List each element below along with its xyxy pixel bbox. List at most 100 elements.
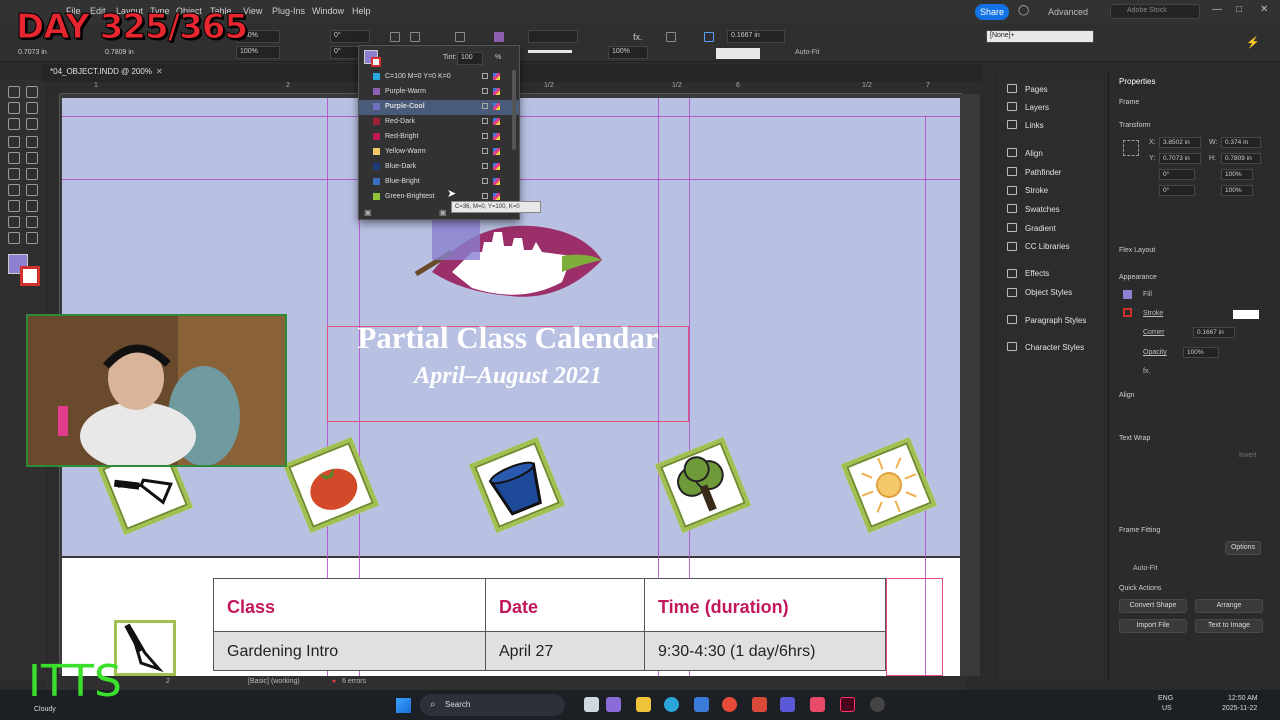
h-field[interactable]: 0.7809 in bbox=[1221, 153, 1261, 164]
rotation-field[interactable]: 0° bbox=[1159, 169, 1195, 180]
autofit-checkbox-label[interactable]: Auto-Fit bbox=[795, 49, 820, 56]
text-to-image-button[interactable]: Text to Image bbox=[1195, 619, 1263, 633]
fill-swatch[interactable] bbox=[1123, 290, 1132, 299]
windows-start-icon[interactable] bbox=[396, 698, 411, 713]
frame-fitting-options-button[interactable]: Options bbox=[1225, 541, 1261, 555]
chrome-icon[interactable] bbox=[722, 697, 737, 712]
menu-help[interactable]: Help bbox=[352, 6, 371, 16]
panel-links[interactable]: Links bbox=[1025, 121, 1044, 130]
flip-icon[interactable] bbox=[455, 32, 465, 42]
type-tool-icon[interactable] bbox=[8, 136, 20, 148]
swatch-row-selected[interactable]: Purple-Cool bbox=[359, 100, 519, 115]
table-cell[interactable]: Gardening Intro bbox=[213, 631, 486, 671]
task-view-icon[interactable] bbox=[584, 697, 599, 712]
preflight-profile[interactable]: [Basic] (working) bbox=[248, 678, 300, 685]
hand-tool-icon[interactable] bbox=[8, 232, 20, 244]
line-tool-icon[interactable] bbox=[26, 136, 38, 148]
x-field[interactable]: 0.7073 in bbox=[18, 49, 47, 56]
trowel-small-tile-icon[interactable] bbox=[114, 620, 176, 676]
swatch-row[interactable]: Yellow-Warm bbox=[359, 145, 519, 160]
share-button[interactable]: Share bbox=[975, 4, 1009, 20]
panel-pathfinder[interactable]: Pathfinder bbox=[1025, 168, 1061, 177]
pen-tool-icon[interactable] bbox=[8, 152, 20, 164]
corner-field[interactable]: 0.1667 in bbox=[1193, 327, 1235, 338]
preflight-errors[interactable]: 6 errors bbox=[342, 678, 366, 685]
swatch-row[interactable]: C=100 M=0 Y=0 K=0 bbox=[359, 70, 519, 85]
reference-point-icon[interactable] bbox=[1123, 140, 1139, 156]
rectangle-frame-tool-icon[interactable] bbox=[8, 168, 20, 180]
fill-swatch-icon[interactable] bbox=[494, 32, 504, 42]
document-tab[interactable]: *04_OBJECT.INDD @ 200% bbox=[50, 67, 152, 76]
skyline-leaf-logo[interactable] bbox=[412, 212, 606, 300]
scissors-tool-icon[interactable] bbox=[8, 184, 20, 196]
content-collector-icon[interactable] bbox=[8, 118, 20, 130]
app-icon[interactable] bbox=[752, 697, 767, 712]
text-wrap-icon[interactable] bbox=[666, 32, 676, 42]
fx-label[interactable]: fx. bbox=[1143, 368, 1150, 375]
rotate-field[interactable]: 0° bbox=[330, 30, 370, 43]
taskbar-search[interactable]: ⌕ Search bbox=[420, 694, 565, 716]
adobe-stock-search[interactable]: Adobe Stock bbox=[1110, 4, 1200, 19]
page-number-field[interactable]: 2 bbox=[166, 678, 170, 685]
convert-shape-button[interactable]: Convert Shape bbox=[1119, 599, 1187, 613]
music-icon[interactable] bbox=[810, 697, 825, 712]
corner-label[interactable]: Corner bbox=[1143, 329, 1164, 336]
gradient-tool-icon[interactable] bbox=[8, 200, 20, 212]
popup-scrollbar[interactable] bbox=[512, 70, 516, 150]
edge-icon[interactable] bbox=[664, 697, 679, 712]
close-icon[interactable]: ✕ bbox=[1260, 4, 1268, 15]
selection-tool-icon[interactable] bbox=[8, 86, 20, 98]
opacity-field[interactable]: 100% bbox=[608, 46, 648, 59]
indesign-icon[interactable] bbox=[840, 697, 855, 712]
corner-options-icon[interactable] bbox=[704, 32, 714, 42]
menu-window[interactable]: Window bbox=[312, 6, 344, 16]
control-stroke-weight-field[interactable]: 0.1667 in bbox=[727, 30, 785, 43]
table-header-class[interactable]: Class bbox=[213, 578, 486, 632]
panel-pages[interactable]: Pages bbox=[1025, 85, 1048, 94]
swatch-options-icon[interactable]: ▣ bbox=[439, 208, 447, 217]
corner-shape-preview[interactable] bbox=[716, 48, 760, 59]
stroke-swatch[interactable] bbox=[1123, 308, 1132, 317]
y-field[interactable]: 0.7073 in bbox=[1159, 153, 1201, 164]
panel-align[interactable]: Align bbox=[1025, 149, 1043, 158]
weather-widget[interactable]: Cloudy bbox=[34, 706, 56, 713]
rectangle-tool-icon[interactable] bbox=[26, 168, 38, 180]
scale-x-field[interactable]: 100% bbox=[1221, 169, 1253, 180]
w-field[interactable]: 0.374 in bbox=[1221, 137, 1261, 148]
close-tab-icon[interactable]: ✕ bbox=[156, 67, 163, 76]
rotate-ccw-icon[interactable] bbox=[410, 32, 420, 42]
opacity-field[interactable]: 100% bbox=[1183, 347, 1219, 358]
file-explorer-icon[interactable] bbox=[636, 697, 651, 712]
panel-cc-libraries[interactable]: CC Libraries bbox=[1025, 242, 1069, 251]
x-field[interactable]: 3.8502 in bbox=[1159, 137, 1201, 148]
language-indicator[interactable]: ENG bbox=[1158, 695, 1173, 702]
free-transform-tool-icon[interactable] bbox=[26, 184, 38, 196]
tint-field[interactable]: 100 bbox=[457, 52, 483, 65]
opacity-label[interactable]: Opacity bbox=[1143, 349, 1167, 356]
panel-paragraph-styles[interactable]: Paragraph Styles bbox=[1025, 316, 1086, 325]
object-style-dropdown[interactable]: [None]+ bbox=[986, 30, 1094, 43]
table-cell[interactable]: April 27 bbox=[485, 631, 645, 671]
panel-swatches[interactable]: Swatches bbox=[1025, 205, 1060, 214]
clock-time[interactable]: 12:50 AM bbox=[1228, 695, 1258, 702]
quick-apply-icon[interactable]: ⚡ bbox=[1246, 36, 1260, 49]
page-subtitle[interactable]: April–August 2021 bbox=[327, 363, 689, 390]
swatch-row[interactable]: Blue-Dark bbox=[359, 160, 519, 175]
stroke-swatch-icon[interactable] bbox=[371, 57, 381, 67]
copilot-icon[interactable] bbox=[606, 697, 621, 712]
table-header-date[interactable]: Date bbox=[485, 578, 645, 632]
swatch-row[interactable]: Red-Bright bbox=[359, 130, 519, 145]
swatch-row[interactable]: Blue-Bright bbox=[359, 175, 519, 190]
shear-field[interactable]: 0° bbox=[1159, 185, 1195, 196]
content-placer-icon[interactable] bbox=[26, 118, 38, 130]
autofit-checkbox[interactable]: Auto-Fit bbox=[1133, 565, 1158, 572]
swatch-row[interactable]: Purple-Warm bbox=[359, 85, 519, 100]
panel-character-styles[interactable]: Character Styles bbox=[1025, 343, 1084, 352]
gap-tool-icon[interactable] bbox=[26, 102, 38, 114]
obs-icon[interactable] bbox=[870, 697, 885, 712]
lightbulb-icon[interactable]: ◯ bbox=[1018, 5, 1029, 16]
eyedropper-tool-icon[interactable] bbox=[26, 216, 38, 228]
empty-frame[interactable] bbox=[886, 578, 943, 676]
direct-selection-tool-icon[interactable] bbox=[26, 86, 38, 98]
scale-h-field[interactable]: 100% bbox=[236, 46, 280, 59]
